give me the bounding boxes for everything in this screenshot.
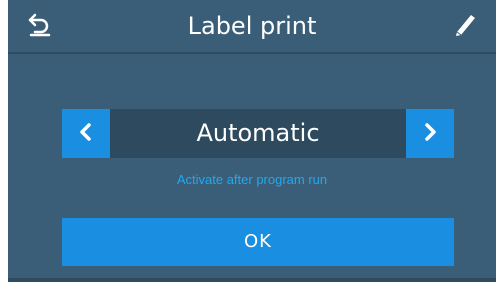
previous-option-button[interactable]: [62, 109, 110, 158]
edit-button[interactable]: [448, 9, 482, 43]
page-title: Label print: [187, 12, 317, 40]
back-arrow-icon: [27, 11, 53, 41]
option-hint-text: Activate after program run: [176, 172, 328, 187]
bottom-border: [8, 278, 496, 282]
label-print-screen: Label print Automatic Activate after pro…: [8, 0, 496, 282]
ok-button[interactable]: OK: [62, 218, 454, 266]
pencil-icon: [451, 10, 479, 42]
back-button[interactable]: [24, 10, 56, 42]
chevron-left-icon: [78, 122, 94, 146]
mode-selector: Automatic: [62, 109, 454, 158]
header-bar: Label print: [8, 0, 496, 54]
selected-value: Automatic: [110, 109, 406, 158]
chevron-right-icon: [422, 122, 438, 146]
next-option-button[interactable]: [406, 109, 454, 158]
